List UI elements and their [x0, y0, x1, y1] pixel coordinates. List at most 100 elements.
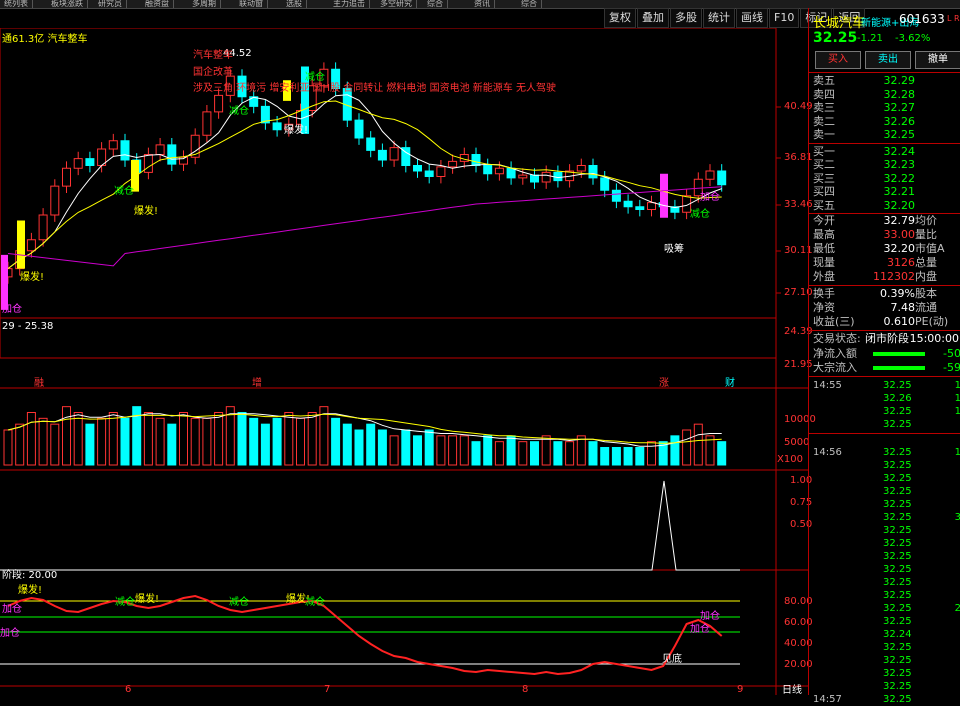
stat-row: 最高 33.00 量比 — [809, 228, 960, 242]
top-tab[interactable]: 综合 — [517, 0, 542, 8]
event-marker[interactable]: 增 — [252, 378, 262, 390]
signal-add: 加仓 — [2, 304, 22, 315]
top-tab[interactable]: 融资盘 — [141, 0, 174, 8]
tick-vol: 1 — [954, 447, 960, 458]
kline-chart[interactable] — [0, 28, 808, 695]
price-percent: -3.62% — [895, 33, 931, 44]
volume-bar — [459, 435, 469, 466]
tick-price: 32.25 — [883, 655, 912, 666]
top-tab[interactable]: 多空研究 — [376, 0, 417, 8]
tick-price: 32.25 — [883, 406, 912, 417]
osc-signal-add: 加仓 — [700, 611, 720, 622]
flow-row: 大宗流入 -59 — [809, 361, 960, 375]
volume-bar — [553, 441, 563, 466]
volume-bar — [307, 412, 317, 466]
candle — [85, 158, 95, 166]
candle — [424, 170, 434, 177]
tick-vol: 3 — [954, 512, 960, 523]
bid-row: 买四 32.21 — [809, 185, 960, 199]
chart-area[interactable]: 通61.3亿 汽车整车 29 - 25.38 44.52 汽车整车 国企改革 涉… — [0, 28, 816, 697]
top-tab[interactable]: 多周期 — [188, 0, 221, 8]
top-tab[interactable]: 资讯 — [470, 0, 495, 8]
flow-bar — [873, 352, 925, 356]
flow-value: -50 — [943, 347, 960, 360]
quote-panel: 长城汽车 新能源+出海 601633 L R 32.25 -1.21 -3.62… — [808, 8, 960, 705]
candle — [202, 111, 212, 136]
volume-bar — [249, 417, 259, 466]
candle — [377, 149, 387, 161]
volume-bar — [38, 417, 48, 466]
signal-accumulate: 吸筹 — [664, 244, 684, 255]
volume-bar — [506, 435, 516, 466]
toolbar-button[interactable]: 多股 — [670, 8, 702, 28]
volume-bar — [342, 423, 352, 466]
toolbar-button[interactable]: 统计 — [703, 8, 735, 28]
volume-bar — [272, 417, 282, 466]
candle — [576, 165, 586, 172]
candle — [366, 137, 376, 151]
candle — [611, 189, 621, 202]
event-marker[interactable]: 融 — [34, 378, 44, 390]
tick-price: 32.25 — [883, 473, 912, 484]
candle — [50, 185, 60, 216]
volume-bar — [260, 423, 270, 466]
toolbar-button[interactable]: F10 — [769, 8, 800, 28]
row-label-2: 量比 — [915, 228, 937, 241]
buy-button[interactable]: 买入 — [815, 51, 861, 69]
top-tab[interactable]: 主力追击 — [329, 0, 370, 8]
toolbar-button[interactable]: 复权 — [604, 8, 636, 28]
toolbar-button[interactable]: 画线 — [736, 8, 768, 28]
row-label: 最高 — [813, 228, 835, 241]
volume-bar — [588, 441, 598, 466]
signal-burst: 爆发! — [134, 206, 159, 217]
candle — [38, 214, 48, 241]
tick-row: 32.25 — [809, 641, 960, 654]
stock-name: 长城汽车 — [813, 16, 866, 31]
tick-row: 32.25 — [809, 615, 960, 628]
volume-bar — [389, 435, 399, 466]
volume-bar — [97, 417, 107, 466]
stat-row: 换手 0.39% 股本 — [809, 287, 960, 301]
osc-signal-add: 加仓 — [690, 624, 710, 635]
tick-row: 32.25 — [809, 485, 960, 498]
candle — [494, 167, 504, 175]
toolbar-button[interactable]: 叠加 — [637, 8, 669, 28]
top-tab[interactable]: 选股 — [282, 0, 307, 8]
cancel-button[interactable]: 撤单 — [915, 51, 960, 69]
indicator-line — [0, 480, 740, 571]
ask-row: 卖三 32.27 — [809, 101, 960, 115]
volume-bar — [647, 441, 656, 466]
volume-bar — [471, 441, 481, 466]
sell-button[interactable]: 卖出 — [865, 51, 911, 69]
row-value: 32.22 — [883, 171, 916, 185]
osc-signal-add: 加仓 — [0, 628, 20, 639]
status-label: 交易状态: — [813, 332, 861, 345]
last-price: 32.25 — [813, 30, 858, 46]
tick-price: 32.25 — [883, 419, 912, 430]
event-marker[interactable]: 财 — [725, 378, 735, 390]
period-label[interactable]: 日线 — [782, 685, 802, 697]
tick-price: 32.25 — [883, 499, 912, 510]
top-tab[interactable]: 研究员 — [94, 0, 127, 8]
tick-price: 32.25 — [883, 577, 912, 588]
candle — [214, 94, 224, 113]
signal-reduce: 减仓 — [229, 106, 249, 117]
top-tab[interactable]: 综合 — [423, 0, 448, 8]
top-tab[interactable]: 板块涨跌 — [47, 0, 88, 8]
row-value: 32.27 — [883, 101, 916, 114]
top-tab[interactable]: 统列表 — [0, 0, 33, 8]
volume-bar — [530, 441, 539, 466]
tick-row: 32.25 — [809, 498, 960, 511]
volume-bar — [167, 423, 177, 466]
row-value: 0.39% — [880, 287, 915, 300]
annotation-concepts: 涉及三角 环境污 增安利亚 国H股 合同转让 燃料电池 国资电池 新能源车 无人… — [193, 83, 556, 94]
flow-label: 净流入额 — [813, 347, 857, 360]
event-marker[interactable]: 涨 — [659, 378, 669, 390]
tick-row: 32.24 — [809, 628, 960, 641]
row-value: 32.29 — [883, 74, 916, 87]
row-label: 买二 — [813, 158, 835, 171]
top-tab[interactable]: 联动窗 — [235, 0, 268, 8]
candle — [26, 239, 36, 252]
osc-signal-bottom: 见底 — [662, 654, 682, 665]
signal-candle — [1, 254, 8, 310]
